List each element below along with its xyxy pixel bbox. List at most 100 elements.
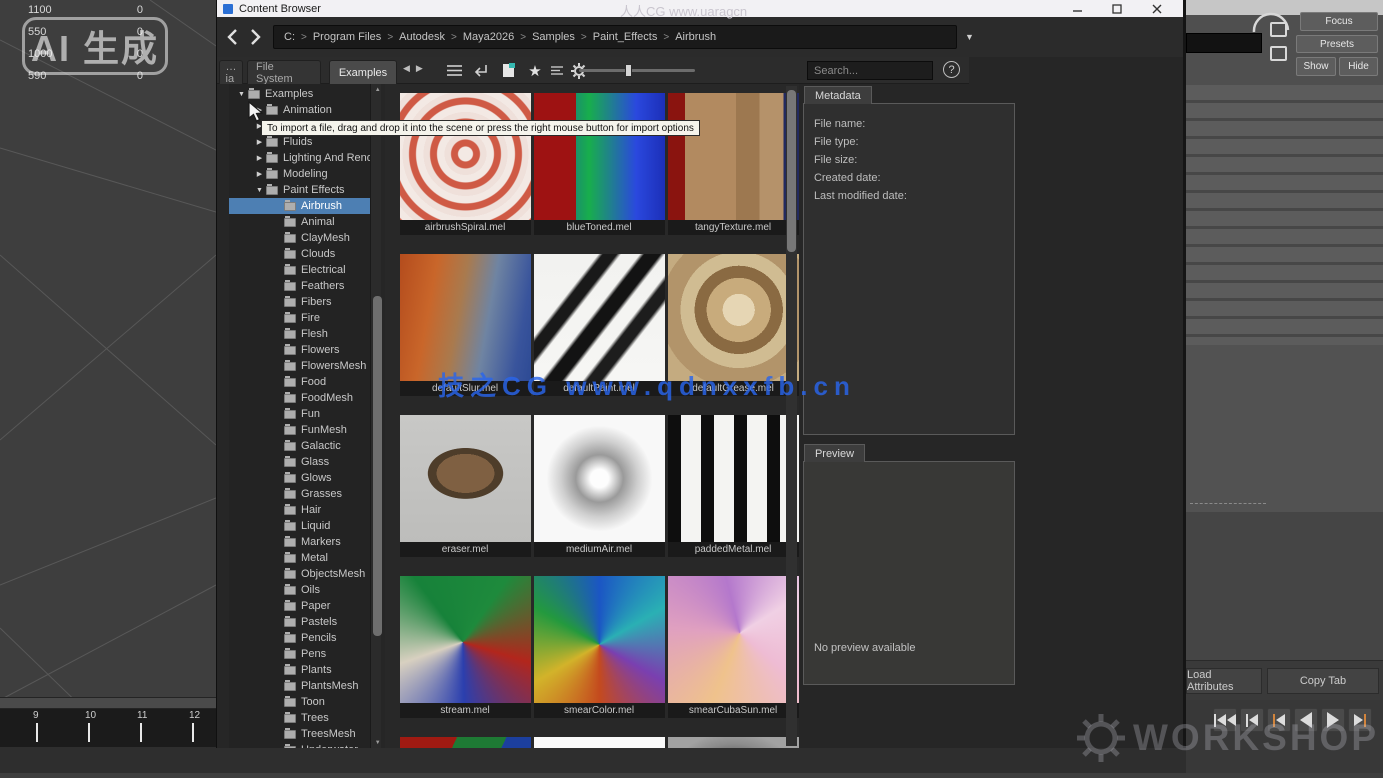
tree-item-flowersmesh[interactable]: FlowersMesh [229, 358, 370, 374]
tree-item-grasses[interactable]: Grasses [229, 486, 370, 502]
asset-thumbnail[interactable] [400, 576, 531, 703]
breadcrumb-item[interactable]: Maya2026 [463, 31, 514, 43]
tree-item-flesh[interactable]: Flesh [229, 326, 370, 342]
asset-item[interactable]: stream.mel [400, 576, 531, 718]
tree-item-fluids[interactable]: ▶ Fluids [229, 134, 370, 150]
breadcrumb-item[interactable]: Samples [532, 31, 575, 43]
asset-item[interactable] [668, 737, 799, 748]
minimize-button[interactable] [1057, 0, 1097, 17]
tree-item-claymesh[interactable]: ClayMesh [229, 230, 370, 246]
tree-item-examples[interactable]: ▼ Examples [229, 86, 370, 102]
copy-tab-button[interactable]: Copy Tab [1267, 668, 1379, 694]
scroll-up-icon[interactable]: ▲ [371, 84, 384, 95]
tree-item-glass[interactable]: Glass [229, 454, 370, 470]
presets-button[interactable]: Presets [1296, 35, 1378, 53]
tree-item-food[interactable]: Food [229, 374, 370, 390]
tree-item-clouds[interactable]: Clouds [229, 246, 370, 262]
tree-item-electrical[interactable]: Electrical [229, 262, 370, 278]
tree-item-pencils[interactable]: Pencils [229, 630, 370, 646]
asset-item[interactable] [400, 737, 531, 748]
maximize-button[interactable] [1097, 0, 1137, 17]
breadcrumb-item[interactable]: Airbrush [675, 31, 716, 43]
show-button[interactable]: Show [1296, 57, 1336, 76]
asset-item[interactable] [534, 737, 665, 748]
tree-item-toon[interactable]: Toon [229, 694, 370, 710]
tab-file-system[interactable]: File System [247, 60, 321, 84]
asset-thumbnail[interactable] [400, 737, 531, 748]
load-attributes-button[interactable]: Load Attributes [1186, 668, 1262, 694]
tree-item-animal[interactable]: Animal [229, 214, 370, 230]
asset-item[interactable]: tangyTexture.mel [668, 93, 799, 235]
tree-item-fun[interactable]: Fun [229, 406, 370, 422]
asset-thumbnail[interactable] [534, 415, 665, 542]
asset-item[interactable]: mediumAir.mel [534, 415, 665, 557]
tree-expand-arrow[interactable]: ▼ [253, 187, 266, 194]
tree-item-paper[interactable]: Paper [229, 598, 370, 614]
asset-item[interactable]: paddedMetal.mel [668, 415, 799, 557]
tree-item-pastels[interactable]: Pastels [229, 614, 370, 630]
tree-item-trees[interactable]: Trees [229, 710, 370, 726]
tree-item-objectsmesh[interactable]: ObjectsMesh [229, 566, 370, 582]
range-slider[interactable] [0, 697, 216, 709]
tree-item-foodmesh[interactable]: FoodMesh [229, 390, 370, 406]
tab-examples[interactable]: Examples [329, 60, 397, 84]
new-file-icon[interactable] [498, 61, 518, 80]
tree-item-fibers[interactable]: Fibers [229, 294, 370, 310]
asset-thumbnail[interactable] [668, 576, 799, 703]
chevron-down-icon[interactable]: ▼ [965, 32, 974, 42]
tree-item-funmesh[interactable]: FunMesh [229, 422, 370, 438]
tree-item-liquid[interactable]: Liquid [229, 518, 370, 534]
tree-item-metal[interactable]: Metal [229, 550, 370, 566]
breadcrumb[interactable]: C:>Program Files>Autodesk>Maya2026>Sampl… [273, 25, 957, 49]
tree-expand-arrow[interactable]: ▶ [253, 138, 266, 146]
tree-item-modeling[interactable]: ▶ Modeling [229, 166, 370, 182]
list-view-icon[interactable] [444, 61, 464, 80]
asset-thumbnail[interactable] [534, 93, 665, 220]
asset-thumbnail[interactable] [534, 576, 665, 703]
asset-thumbnail[interactable] [400, 254, 531, 381]
asset-thumbnail[interactable] [668, 93, 799, 220]
asset-item[interactable]: eraser.mel [400, 415, 531, 557]
tree-item-oils[interactable]: Oils [229, 582, 370, 598]
tree-scrollbar[interactable]: ▲ ▼ [370, 84, 380, 748]
asset-thumbnail[interactable] [668, 737, 799, 748]
pin-icon[interactable] [1270, 22, 1287, 37]
node-name-field[interactable] [1186, 33, 1262, 53]
thumbnail-size-slider[interactable] [579, 69, 695, 72]
hide-button[interactable]: Hide [1339, 57, 1378, 76]
asset-thumbnail[interactable] [668, 415, 799, 542]
tree-item-feathers[interactable]: Feathers [229, 278, 370, 294]
asset-item[interactable]: smearColor.mel [534, 576, 665, 718]
tree-expand-arrow[interactable]: ▶ [253, 170, 266, 178]
back-button[interactable] [223, 25, 241, 49]
tab-scroll-arrows[interactable]: ◀▶ [403, 63, 429, 74]
return-arrow-icon[interactable] [471, 61, 491, 80]
tree-item-underwater[interactable]: Underwater [229, 742, 370, 748]
tree-item-hair[interactable]: Hair [229, 502, 370, 518]
close-button[interactable] [1137, 0, 1177, 17]
asset-item[interactable]: airbrushSpiral.mel [400, 93, 531, 235]
grid-scrollbar[interactable] [786, 86, 797, 746]
help-button[interactable]: ? [943, 61, 960, 78]
asset-item[interactable]: smearCubaSun.mel [668, 576, 799, 718]
sort-list-icon[interactable] [547, 61, 567, 80]
tree-item-markers[interactable]: Markers [229, 534, 370, 550]
forward-button[interactable] [247, 25, 265, 49]
slider-handle[interactable] [625, 64, 632, 77]
asset-thumbnail[interactable] [534, 254, 665, 381]
tree-item-plantsmesh[interactable]: PlantsMesh [229, 678, 370, 694]
tree-item-treesmesh[interactable]: TreesMesh [229, 726, 370, 742]
breadcrumb-item[interactable]: Program Files [313, 31, 381, 43]
breadcrumb-item[interactable]: Autodesk [399, 31, 445, 43]
tree-item-pens[interactable]: Pens [229, 646, 370, 662]
scroll-down-icon[interactable]: ▼ [371, 737, 384, 748]
tree-item-galactic[interactable]: Galactic [229, 438, 370, 454]
breadcrumb-item[interactable]: Paint_Effects [593, 31, 658, 43]
focus-button[interactable]: Focus [1300, 12, 1378, 31]
tree-item-airbrush[interactable]: Airbrush [229, 198, 370, 214]
tree-expand-arrow[interactable]: ▶ [253, 154, 266, 162]
tree-item-fire[interactable]: Fire [229, 310, 370, 326]
tree-item-lighting-and-rendering[interactable]: ▶ Lighting And Rendering [229, 150, 370, 166]
tree-item-plants[interactable]: Plants [229, 662, 370, 678]
favorites-star-icon[interactable]: ★ [525, 61, 545, 80]
